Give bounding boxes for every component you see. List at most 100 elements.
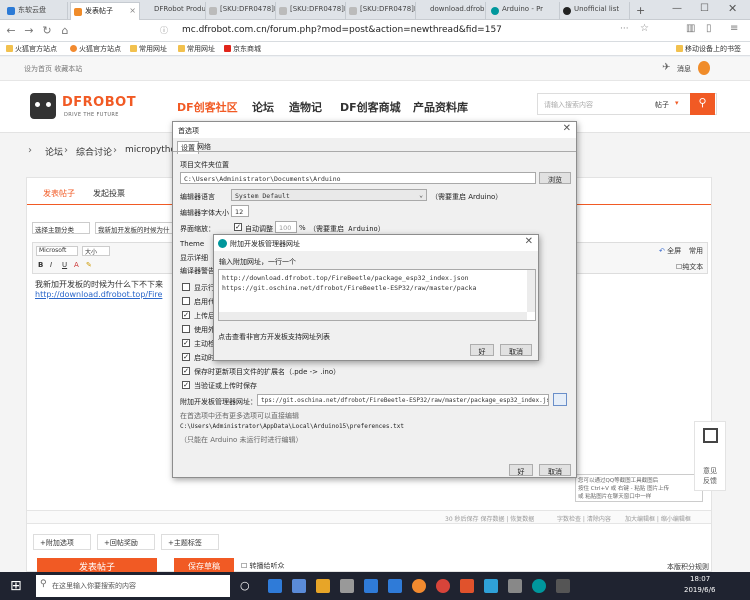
message-icon[interactable]: ✈ xyxy=(662,62,670,73)
post-body-text[interactable]: 我新加开发板的时候为什么下不下来 xyxy=(35,279,163,290)
nav-maker[interactable]: 造物记 xyxy=(289,99,322,115)
option-checkbox[interactable] xyxy=(182,297,190,305)
option-checkbox[interactable]: ✓ xyxy=(182,353,190,361)
bookmark-star-icon[interactable]: ☆ xyxy=(640,23,649,34)
home-icon[interactable]: ⌂ xyxy=(58,24,72,37)
bookmark[interactable]: 火狐官方站点 xyxy=(70,44,121,54)
clock-date[interactable]: 2019/6/6 xyxy=(684,586,715,594)
bookmark[interactable]: 移动设备上的书签 xyxy=(676,44,741,54)
breadcrumb-micropython[interactable]: micropytho xyxy=(125,145,176,155)
sketchbook-path-field[interactable]: C:\Users\Administrator\Documents\Arduino xyxy=(180,172,536,184)
tab-new-post[interactable]: 发表帖子 xyxy=(43,188,75,199)
top-links[interactable]: 设为首页 收藏本站 xyxy=(24,64,82,74)
language-select[interactable]: System Default ⌄ xyxy=(231,189,427,201)
breadcrumb-forum[interactable]: 论坛 xyxy=(45,145,63,158)
italic-icon[interactable]: I xyxy=(50,261,52,269)
new-tab-icon[interactable]: + xyxy=(636,4,645,17)
topic-tags-button[interactable]: +主题标签 xyxy=(161,534,219,550)
app-icon[interactable] xyxy=(436,579,450,593)
app-icon[interactable] xyxy=(556,579,570,593)
fullscreen-button[interactable]: ↶ 全屏 xyxy=(659,246,681,256)
vertical-scrollbar[interactable] xyxy=(527,270,535,312)
logo-text[interactable]: DFROBOT xyxy=(62,95,136,110)
bookmark[interactable]: 常用网址 xyxy=(130,44,167,54)
autosave-status[interactable]: 30 秒后保存 保存数据 | 恢复数据 xyxy=(445,514,534,523)
browse-button[interactable]: 浏览 xyxy=(539,172,571,184)
message-link[interactable]: 消息 xyxy=(677,64,691,74)
search-scope[interactable]: 帖子 xyxy=(655,100,669,110)
publish-button[interactable]: 发表帖子 xyxy=(37,558,157,572)
nav-store[interactable]: DF创客商城 xyxy=(340,99,401,115)
tab-new-poll[interactable]: 发起投票 xyxy=(93,188,125,199)
open-url-list-icon[interactable] xyxy=(553,393,567,406)
option-checkbox[interactable] xyxy=(182,325,190,333)
ie-icon[interactable] xyxy=(364,579,378,593)
common-button[interactable]: 常用 xyxy=(689,246,703,256)
maximize-icon[interactable]: ☐ xyxy=(700,3,709,14)
font-size-field[interactable]: 12 xyxy=(231,205,249,217)
post-body-link[interactable]: http://download.dfrobot.top/Fire xyxy=(35,290,162,299)
font-color-icon[interactable]: A xyxy=(74,261,79,269)
feedback-label[interactable]: 反馈 xyxy=(703,476,717,486)
size-select[interactable]: 大小 xyxy=(82,246,110,256)
option-checkbox[interactable]: ✓ xyxy=(182,381,190,389)
option-checkbox[interactable] xyxy=(182,283,190,291)
plain-text-toggle[interactable]: ☐纯文本 xyxy=(676,262,703,272)
option-checkbox[interactable]: ✓ xyxy=(182,367,190,375)
app-icon[interactable] xyxy=(340,579,354,593)
auto-adjust-checkbox[interactable]: ✓ xyxy=(234,223,242,231)
app-icon[interactable] xyxy=(292,579,306,593)
firefox-icon[interactable] xyxy=(412,579,426,593)
highlight-icon[interactable]: ✎ xyxy=(86,261,92,269)
browser-tab[interactable]: download.dfrob xyxy=(416,2,486,20)
nav-community[interactable]: DF创客社区 xyxy=(177,99,238,115)
browser-tab-active[interactable]: 发表帖子 × xyxy=(70,2,140,20)
option-checkbox[interactable]: ✓ xyxy=(182,339,190,347)
breadcrumb-general[interactable]: 综合讨论 xyxy=(76,145,112,158)
close-tab-icon[interactable]: × xyxy=(129,6,136,15)
save-draft-button[interactable]: 保存草稿 xyxy=(174,558,234,572)
feedback-label[interactable]: 意见 xyxy=(703,466,717,476)
avatar[interactable] xyxy=(698,61,710,75)
scale-field[interactable]: 100 xyxy=(275,221,297,233)
editor-size-links[interactable]: 加大编辑框 | 缩小编辑框 xyxy=(625,514,691,523)
close-icon[interactable]: ✕ xyxy=(563,123,571,134)
forward-icon[interactable]: → xyxy=(22,24,36,37)
nav-forum[interactable]: 论坛 xyxy=(252,99,274,115)
prefs-path[interactable]: C:\Users\Administrator\AppData\Local\Ard… xyxy=(180,423,404,430)
app-icon[interactable] xyxy=(460,579,474,593)
library-icon[interactable]: ▥ xyxy=(686,23,695,34)
browser-tab[interactable]: 东软云盘 xyxy=(4,2,68,20)
browser-tab[interactable]: [SKU:DFR0478]F xyxy=(276,2,346,20)
search-button[interactable]: ⚲ xyxy=(690,93,715,115)
browser-tab[interactable]: [SKU:DFR0478]F xyxy=(346,2,416,20)
taskbar-search[interactable]: ⚲ 在这里输入你要搜索的内容 xyxy=(36,575,230,597)
app-icon[interactable] xyxy=(508,579,522,593)
bookmark[interactable]: 火狐官方站点 xyxy=(6,44,57,54)
clock-time[interactable]: 18:07 xyxy=(690,575,710,583)
reply-reward-button[interactable]: +回帖奖励 xyxy=(97,534,155,550)
close-icon[interactable]: ✕ xyxy=(525,236,533,247)
urls-textarea[interactable]: http://download.dfrobot.top/FireBeetle/p… xyxy=(218,269,536,321)
close-window-icon[interactable]: ✕ xyxy=(728,2,737,15)
tab-settings[interactable]: 设置 xyxy=(177,141,199,154)
file-explorer-icon[interactable] xyxy=(316,579,330,593)
app-icon[interactable] xyxy=(388,579,402,593)
app-icon[interactable] xyxy=(268,579,282,593)
reload-icon[interactable]: ↻ xyxy=(40,24,54,37)
qr-code-icon[interactable] xyxy=(703,428,718,443)
more-icon[interactable]: ··· xyxy=(620,24,629,34)
back-icon[interactable]: ← xyxy=(4,24,18,37)
browser-tab[interactable]: Unofficial list xyxy=(560,2,630,20)
category-select[interactable]: 选择主题分类 xyxy=(32,222,90,234)
word-check[interactable]: 字数检查 | 清除内容 xyxy=(557,514,611,523)
task-view-icon[interactable]: ○ xyxy=(240,579,250,592)
app-icon[interactable] xyxy=(484,579,498,593)
unofficial-urls-link[interactable]: 点击查看非官方开发板支持网址列表 xyxy=(218,332,330,342)
chevron-down-icon[interactable]: ▾ xyxy=(675,99,679,107)
cancel-button[interactable]: 取消 xyxy=(539,464,571,476)
windows-start-icon[interactable]: ⊞ xyxy=(10,578,22,594)
url-field[interactable]: mc.dfrobot.com.cn/forum.php?mod=post&act… xyxy=(170,23,620,39)
cancel-button[interactable]: 取消 xyxy=(500,344,532,356)
convert-checkbox[interactable]: ☐ 转播给听众 xyxy=(241,561,285,571)
